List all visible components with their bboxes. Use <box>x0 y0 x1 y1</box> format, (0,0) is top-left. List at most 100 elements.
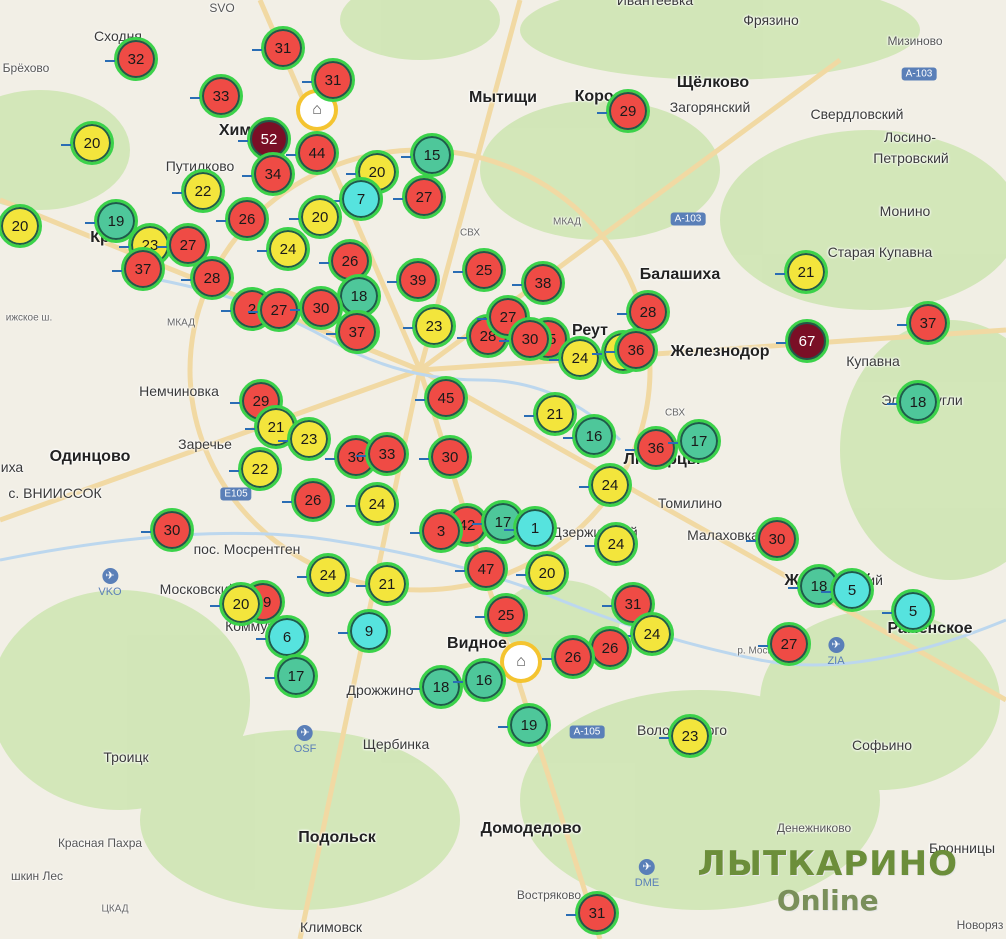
aqi-station-marker[interactable]: 33 <box>190 74 243 118</box>
place-label: Железнодор <box>670 343 770 360</box>
aqi-station-marker[interactable]: 3 <box>410 509 463 553</box>
aqi-station-marker[interactable]: 24 <box>621 612 674 656</box>
aqi-station-marker[interactable]: 5 <box>882 589 935 633</box>
aqi-station-marker[interactable]: 37 <box>112 247 165 291</box>
aqi-station-marker[interactable]: 30 <box>746 517 799 561</box>
aqi-station-marker[interactable]: 23 <box>278 417 331 461</box>
aqi-station-marker[interactable]: 24 <box>549 336 602 380</box>
place-label: Заречье <box>178 436 232 452</box>
aqi-value: 36 <box>347 448 365 466</box>
aqi-value: 18 <box>909 393 927 411</box>
aqi-station-marker[interactable]: 31 <box>566 891 619 935</box>
aqi-station-marker[interactable]: 45 <box>415 376 468 420</box>
aqi-station-marker[interactable]: 1 <box>504 506 557 550</box>
aqi-station-marker[interactable]: 7 <box>330 177 383 221</box>
aqi-station-marker[interactable]: 33 <box>356 432 409 476</box>
aqi-station-marker[interactable]: 25 <box>453 248 506 292</box>
place-label: Лосино- <box>884 129 936 145</box>
aqi-station-marker[interactable]: 20 <box>210 582 263 626</box>
factory-icon[interactable]: ⌂ <box>500 641 542 683</box>
aqi-station-marker[interactable]: 25 <box>475 593 528 637</box>
aqi-station-marker[interactable]: 26 <box>579 626 632 670</box>
map-background <box>0 0 1006 939</box>
aqi-station-marker[interactable]: 16 <box>453 658 506 702</box>
aqi-station-marker[interactable]: 18 <box>887 380 940 424</box>
airport[interactable]: ✈ DME <box>635 859 659 889</box>
aqi-station-marker[interactable]: 37 <box>326 310 379 354</box>
aqi-station-marker[interactable]: 21 <box>524 392 577 436</box>
aqi-value: 31 <box>274 39 292 57</box>
aqi-station-marker[interactable]: 30 <box>419 435 472 479</box>
aqi-station-marker[interactable]: 24 <box>585 522 638 566</box>
airport[interactable]: ✈ VKO <box>98 568 122 598</box>
aqi-station-marker[interactable]: 38 <box>512 261 565 305</box>
aqi-station-marker[interactable]: 30 <box>499 317 552 361</box>
aqi-station-marker[interactable]: 22 <box>172 169 225 213</box>
aqi-station-marker[interactable]: 24 <box>257 227 310 271</box>
aqi-station-marker[interactable]: 26 <box>542 635 595 679</box>
aqi-value: 26 <box>304 491 322 509</box>
aqi-station-marker[interactable]: 36 <box>605 328 658 372</box>
aqi-station-marker[interactable]: 24 <box>579 463 632 507</box>
aqi-station-marker[interactable]: 26 <box>282 478 335 522</box>
aqi-station-marker[interactable]: 29 <box>597 89 650 133</box>
airplane-icon: ✈ <box>638 859 655 875</box>
aqi-station-marker[interactable]: 23 <box>659 714 712 758</box>
place-label: МКАД <box>167 317 195 329</box>
aqi-station-marker[interactable]: 30 <box>141 508 194 552</box>
aqi-station-marker[interactable]: 20 <box>0 204 42 248</box>
air-quality-map[interactable]: Сходня SVO Ивантеевка Фрязино Мизиново Брёхов… <box>0 0 1006 939</box>
aqi-station-marker[interactable]: 31 <box>252 26 305 70</box>
aqi-value: 25 <box>497 606 515 624</box>
aqi-value: 9 <box>364 622 374 640</box>
aqi-value: 20 <box>368 163 386 181</box>
aqi-value: 24 <box>368 495 386 513</box>
place-label: Старая Купавна <box>827 244 933 260</box>
aqi-station-marker[interactable]: 19 <box>498 703 551 747</box>
aqi-station-marker[interactable]: 15 <box>401 133 454 177</box>
aqi-station-marker[interactable]: 23 <box>403 304 456 348</box>
place-label: СВХ <box>459 227 481 239</box>
aqi-station-marker[interactable]: 44 <box>286 131 339 175</box>
aqi-station-marker[interactable]: 20 <box>516 551 569 595</box>
aqi-value: 27 <box>415 188 433 206</box>
aqi-station-marker[interactable]: 32 <box>105 37 158 81</box>
aqi-station-marker[interactable]: 21 <box>775 250 828 294</box>
aqi-value: 5 <box>847 581 857 599</box>
aqi-station-marker[interactable]: 24 <box>297 553 350 597</box>
aqi-value: 26 <box>341 252 359 270</box>
place-label: Петровский <box>873 150 949 166</box>
aqi-station-marker[interactable]: 28 <box>181 256 234 300</box>
aqi-station-marker[interactable]: 67 <box>776 319 829 363</box>
aqi-station-marker[interactable]: 5 <box>821 568 874 612</box>
aqi-station-marker[interactable]: 36 <box>625 426 678 470</box>
aqi-station-marker[interactable]: 39 <box>387 258 440 302</box>
aqi-station-marker[interactable]: 27 <box>758 622 811 666</box>
airport[interactable]: ✈ ZIA <box>827 637 845 667</box>
aqi-station-marker[interactable]: 26 <box>216 197 269 241</box>
aqi-station-marker[interactable]: 37 <box>897 301 950 345</box>
aqi-station-marker[interactable]: 6 <box>256 615 309 659</box>
aqi-value: 67 <box>798 332 816 350</box>
aqi-station-marker[interactable]: 18 <box>410 665 463 709</box>
aqi-value: 20 <box>311 208 329 226</box>
aqi-station-marker[interactable]: 20 <box>61 121 114 165</box>
place-label: Загорянский <box>669 99 751 115</box>
aqi-station-marker[interactable]: 31 <box>302 58 355 102</box>
aqi-station-marker[interactable]: 22 <box>229 447 282 491</box>
aqi-station-marker[interactable]: 34 <box>242 152 295 196</box>
aqi-value: 38 <box>534 274 552 292</box>
aqi-station-marker[interactable]: 16 <box>563 414 616 458</box>
aqi-station-marker[interactable]: 20 <box>289 195 342 239</box>
aqi-station-marker[interactable]: 17 <box>265 654 318 698</box>
aqi-station-marker[interactable]: 17 <box>668 419 721 463</box>
aqi-station-marker[interactable]: 47 <box>455 547 508 591</box>
aqi-station-marker[interactable]: 27 <box>393 175 446 219</box>
aqi-station-marker[interactable]: 24 <box>346 482 399 526</box>
aqi-value: 26 <box>238 210 256 228</box>
aqi-value: 33 <box>212 87 230 105</box>
airport[interactable]: ✈ OSF <box>294 725 316 755</box>
place-label: Купавна <box>846 353 900 369</box>
aqi-station-marker[interactable]: 21 <box>356 562 409 606</box>
aqi-station-marker[interactable]: 9 <box>338 609 391 653</box>
